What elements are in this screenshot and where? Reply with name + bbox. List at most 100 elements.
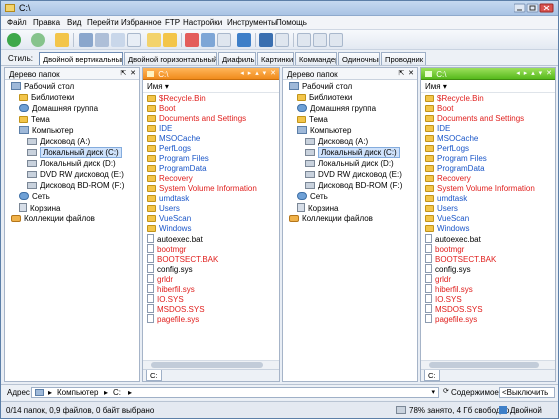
file-row[interactable]: grldr — [425, 274, 451, 284]
tab-double-vertical[interactable]: Двойной вертикальный — [39, 52, 123, 65]
pane-nav-icons[interactable]: ◂ ▸ ▴ ▾ ✕ — [240, 69, 277, 77]
folder-row[interactable]: Users — [147, 204, 180, 214]
menu-ftp[interactable]: FTP — [165, 18, 180, 27]
folder-row[interactable]: Recovery — [147, 174, 193, 184]
tree-item-recycle-bin[interactable]: Корзина — [297, 203, 338, 213]
paste-icon[interactable] — [111, 33, 125, 47]
folder-row[interactable]: VueScan — [147, 214, 191, 224]
folder-row[interactable]: System Volume Information — [425, 184, 535, 194]
folder-row[interactable]: Program Files — [425, 154, 487, 164]
tree-item-desktop[interactable]: Рабочий стол — [289, 82, 352, 92]
pin-close-icons[interactable]: ⇱ ✕ — [398, 69, 415, 77]
left-drive-tab[interactable]: C: — [146, 370, 162, 381]
file-row[interactable]: BOOTSECT.BAK — [425, 254, 496, 264]
menu-favorites[interactable]: Избранное — [121, 18, 162, 27]
tab-commander[interactable]: Коммандер — [295, 52, 337, 65]
breadcrumb-drive[interactable]: C: — [113, 388, 121, 397]
address-input[interactable]: ▸ Компьютер ▸ C: ▸ ▾ — [31, 387, 439, 398]
folder-row[interactable]: VueScan — [425, 214, 469, 224]
folder-row[interactable]: MSOCache — [147, 134, 200, 144]
file-row[interactable]: bootmgr — [425, 244, 464, 254]
file-row[interactable]: hiberfil.sys — [147, 284, 195, 294]
file-row[interactable]: pagefile.sys — [425, 314, 477, 324]
edit-icon[interactable] — [329, 33, 343, 47]
file-row[interactable]: MSDOS.SYS — [147, 304, 205, 314]
tree-item-collections[interactable]: Коллекции файлов — [11, 214, 95, 224]
folder-row[interactable]: ProgramData — [147, 164, 207, 174]
file-row[interactable]: autoexec.bat — [425, 234, 481, 244]
tree-item-theme[interactable]: Тема — [297, 115, 328, 125]
search-mode-select[interactable]: <Выключить — [499, 387, 555, 398]
properties-icon[interactable] — [127, 33, 141, 47]
folder-row[interactable]: PerfLogs — [147, 144, 191, 154]
folder-row[interactable]: Boot — [147, 104, 175, 114]
menu-file[interactable]: Файл — [7, 18, 27, 27]
file-row[interactable]: IO.SYS — [425, 294, 462, 304]
file-row[interactable]: bootmgr — [147, 244, 186, 254]
folder-row[interactable]: umdtask — [147, 194, 189, 204]
tab-explorer[interactable]: Проводник — [381, 52, 426, 65]
folder-row[interactable]: System Volume Information — [147, 184, 257, 194]
tree-item-network[interactable]: Сеть — [19, 192, 50, 202]
file-row[interactable]: grldr — [147, 274, 173, 284]
folder-row[interactable]: Windows — [147, 224, 191, 234]
tab-filmstrip[interactable]: Диафильм — [218, 52, 256, 65]
details-icon[interactable] — [297, 33, 311, 47]
tree-item-drive-c[interactable]: Локальный диск (C:) — [305, 147, 400, 158]
breadcrumb-computer[interactable]: Компьютер — [57, 388, 98, 397]
tree-item-theme[interactable]: Тема — [19, 115, 50, 125]
tree-item-drive-d[interactable]: Локальный диск (D:) — [27, 159, 116, 169]
horizontal-scrollbar[interactable] — [421, 360, 555, 369]
file-row[interactable]: pagefile.sys — [147, 314, 199, 324]
tree-item-drive-f[interactable]: Дисковод BD-ROM (F:) — [27, 181, 124, 191]
menu-view[interactable]: Вид — [67, 18, 81, 27]
delete-icon[interactable] — [185, 33, 199, 47]
file-row[interactable]: hiberfil.sys — [425, 284, 473, 294]
forward-icon[interactable] — [31, 33, 45, 47]
folder-row[interactable]: umdtask — [425, 194, 467, 204]
pane-icon[interactable] — [259, 33, 273, 47]
right-name-column-header[interactable]: Имя ▾ — [421, 80, 555, 93]
left-name-column-header[interactable]: Имя ▾ — [143, 80, 279, 93]
folder-row[interactable]: Recovery — [425, 174, 471, 184]
pin-close-icons[interactable]: ⇱ ✕ — [120, 69, 137, 77]
tree-item-computer[interactable]: Компьютер — [297, 126, 351, 136]
chevron-down-icon[interactable]: ▾ — [431, 388, 435, 396]
folder-row[interactable]: Windows — [425, 224, 469, 234]
folder-row[interactable]: ProgramData — [425, 164, 485, 174]
folder-row[interactable]: Documents and Settings — [147, 114, 246, 124]
tab-single[interactable]: Одиночный — [338, 52, 380, 65]
tree-item-drive-a[interactable]: Дисковод (A:) — [305, 137, 368, 147]
menu-settings[interactable]: Настройки — [183, 18, 222, 27]
folder-row[interactable]: Users — [425, 204, 458, 214]
tree-item-drive-f[interactable]: Дисковод BD-ROM (F:) — [305, 181, 402, 191]
window-controls[interactable] — [513, 3, 554, 13]
file-row[interactable]: autoexec.bat — [147, 234, 203, 244]
up-folder-icon[interactable] — [55, 33, 69, 47]
tab-double-horizontal[interactable]: Двойной горизонтальный — [124, 52, 217, 65]
menu-go[interactable]: Перейти — [87, 18, 119, 27]
new-folder-icon[interactable] — [147, 33, 161, 47]
folder-row[interactable]: $Recycle.Bin — [425, 94, 484, 104]
tree-item-computer[interactable]: Компьютер — [19, 126, 73, 136]
tree-item-libraries[interactable]: Библиотеки — [297, 93, 352, 103]
folder-row[interactable]: Documents and Settings — [425, 114, 524, 124]
pane-alt-icon[interactable] — [275, 33, 289, 47]
folder-row[interactable]: Boot — [425, 104, 453, 114]
rename-icon[interactable] — [201, 33, 215, 47]
cut-icon[interactable] — [79, 33, 93, 47]
horizontal-scrollbar[interactable] — [143, 360, 279, 369]
tree-item-recycle-bin[interactable]: Корзина — [19, 203, 60, 213]
file-row[interactable]: MSDOS.SYS — [425, 304, 483, 314]
tree-item-drive-e[interactable]: DVD RW дисковод (E:) — [27, 170, 124, 180]
tree-item-drive-e[interactable]: DVD RW дисковод (E:) — [305, 170, 402, 180]
tree-item-homegroup[interactable]: Домашняя группа — [19, 104, 98, 114]
folder-icon[interactable] — [163, 33, 177, 47]
right-drive-tab[interactable]: C: — [424, 370, 440, 381]
tree-item-collections[interactable]: Коллекции файлов — [289, 214, 373, 224]
tree-item-libraries[interactable]: Библиотеки — [19, 93, 74, 103]
tree-item-desktop[interactable]: Рабочий стол — [11, 82, 74, 92]
folder-row[interactable]: PerfLogs — [425, 144, 469, 154]
tab-thumbnails[interactable]: Картинки — [257, 52, 294, 65]
back-icon[interactable] — [7, 33, 21, 47]
